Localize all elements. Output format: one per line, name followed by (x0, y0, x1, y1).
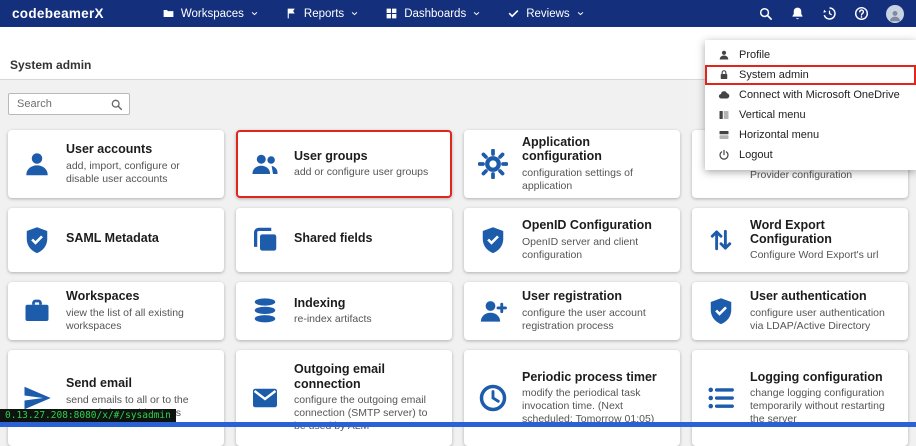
help-icon[interactable] (854, 6, 869, 21)
topbar-actions (758, 5, 904, 23)
chevron-down-icon (250, 9, 259, 18)
nav-workspaces[interactable]: Workspaces (162, 7, 259, 20)
nav-reviews[interactable]: Reviews (507, 7, 584, 20)
card-periodic-process-timer[interactable]: Periodic process timer modify the period… (464, 350, 680, 446)
chevron-down-icon (576, 9, 585, 18)
card-user-registration[interactable]: User registration configure the user acc… (464, 282, 680, 340)
people-icon (248, 149, 282, 179)
card-saml-metadata[interactable]: SAML Metadata (8, 208, 224, 272)
card-openid-configuration[interactable]: OpenID Configuration OpenID server and c… (464, 208, 680, 272)
main-nav: Workspaces Reports Dashboards Reviews (162, 7, 585, 20)
admin-card-grid: User accounts add, import, configure or … (8, 130, 908, 446)
page-title: System admin (10, 58, 91, 72)
person-add-icon (476, 296, 510, 326)
card-send-email[interactable]: Send email send emails to all or to the … (8, 350, 224, 446)
search-icon[interactable] (758, 6, 773, 21)
menu-item-system-admin[interactable]: System admin (705, 65, 916, 85)
menu-item-logout[interactable]: Logout (705, 145, 916, 165)
person-icon (20, 149, 54, 179)
card-shared-fields[interactable]: Shared fields (236, 208, 452, 272)
lock-icon (717, 69, 730, 81)
gear-icon (476, 149, 510, 179)
hmenu-icon (717, 129, 730, 141)
card-user-accounts[interactable]: User accounts add, import, configure or … (8, 130, 224, 198)
flag-icon (285, 7, 298, 20)
menu-item-connect-with-microsoft-onedrive[interactable]: Connect with Microsoft OneDrive (705, 85, 916, 105)
shared-icon (248, 225, 282, 255)
horizontal-scrollbar[interactable] (0, 422, 916, 427)
history-icon[interactable] (822, 6, 837, 21)
card-logging-configuration[interactable]: Logging configuration change logging con… (692, 350, 908, 446)
folder-icon (162, 7, 175, 20)
card-indexing[interactable]: Indexing re-index artifacts (236, 282, 452, 340)
user-avatar[interactable] (886, 5, 904, 23)
card-user-authentication[interactable]: User authentication configure user authe… (692, 282, 908, 340)
clock-icon (476, 383, 510, 413)
user-menu: Profile System admin Connect with Micros… (705, 40, 916, 170)
chevron-down-icon (472, 9, 481, 18)
nav-dashboards[interactable]: Dashboards (385, 7, 481, 20)
chevron-down-icon (350, 9, 359, 18)
power-icon (717, 149, 730, 161)
briefcase-icon (20, 296, 54, 326)
shield-icon (476, 225, 510, 255)
card-workspaces[interactable]: Workspaces view the list of all existing… (8, 282, 224, 340)
menu-item-vertical-menu[interactable]: Vertical menu (705, 105, 916, 125)
updown-icon (704, 225, 738, 255)
vmenu-icon (717, 109, 730, 121)
cloud-icon (717, 89, 730, 101)
menu-item-profile[interactable]: Profile (705, 45, 916, 65)
top-navbar: codebeamerX Workspaces Reports Dashboard… (0, 0, 916, 27)
codebeamer-logo[interactable]: codebeamerX (12, 6, 104, 21)
shield-icon (704, 296, 738, 326)
envelope-icon (248, 383, 282, 413)
check-icon (507, 7, 520, 20)
status-url: 0.13.27.208:8080/x/#/sysadmin (0, 409, 176, 422)
search-box[interactable] (8, 93, 130, 115)
nav-reports[interactable]: Reports (285, 7, 359, 20)
search-icon (110, 98, 123, 111)
search-input[interactable] (15, 97, 106, 111)
card-user-groups[interactable]: User groups add or configure user groups (236, 130, 452, 198)
card-word-export-configuration[interactable]: Word Export Configuration Configure Word… (692, 208, 908, 272)
grid-icon (385, 7, 398, 20)
card-application-configuration[interactable]: Application configuration configuration … (464, 130, 680, 198)
person-icon (717, 49, 730, 61)
card-outgoing-email-connection[interactable]: Outgoing email connection configure the … (236, 350, 452, 446)
shield-icon (20, 225, 54, 255)
list-icon (704, 383, 738, 413)
menu-item-horizontal-menu[interactable]: Horizontal menu (705, 125, 916, 145)
database-icon (248, 296, 282, 326)
bell-icon[interactable] (790, 6, 805, 21)
